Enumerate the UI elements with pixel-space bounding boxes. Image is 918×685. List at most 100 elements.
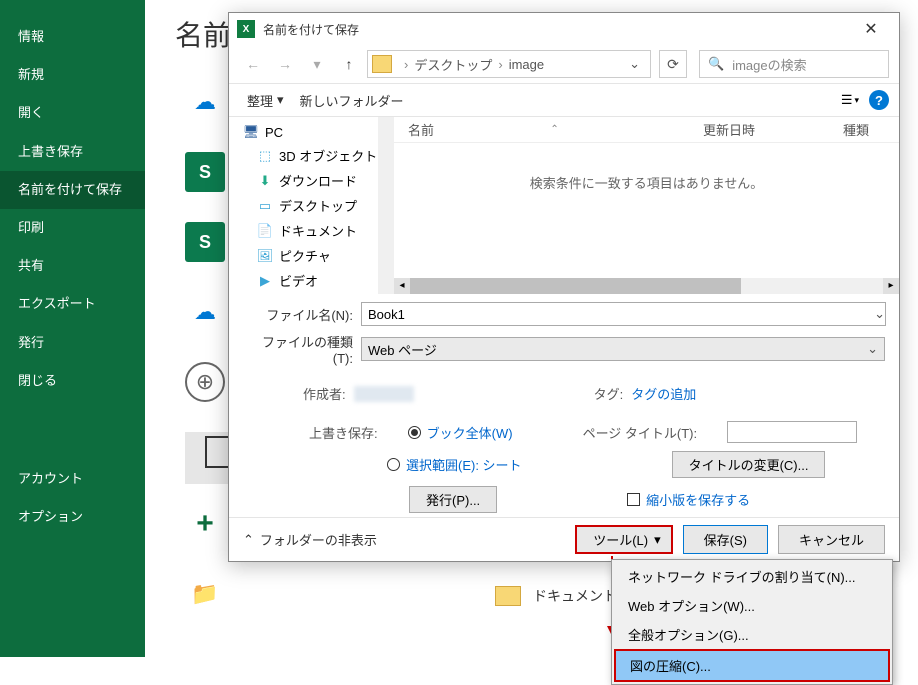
hide-folders-toggle[interactable]: ⌃フォルダーの非表示 (243, 530, 377, 549)
video-icon: ▶ (257, 273, 273, 289)
sidebar-item-close[interactable]: 閉じる (0, 362, 145, 400)
chevron-down-icon[interactable]: ⌄ (623, 56, 646, 72)
breadcrumb-part[interactable]: image (509, 57, 544, 72)
scroll-up-button[interactable]: ▴ (378, 117, 394, 133)
save-button[interactable]: 保存(S) (683, 525, 768, 554)
dialog-title: 名前を付けて保存 (263, 21, 359, 38)
saveopts-label: 上書き保存: (309, 423, 378, 442)
tree-item-documents[interactable]: 📄ドキュメント (229, 218, 394, 243)
scroll-right-button[interactable]: ▸ (883, 278, 899, 294)
sharepoint-icon[interactable]: S (185, 152, 225, 192)
nav-bar: ← → ▾ ↑ › デスクトップ › image ⌄ ⟳ 🔍 imageの検索 (229, 45, 899, 83)
tree-item-music[interactable]: ♪ミュージック (229, 293, 394, 294)
sidebar-item-export[interactable]: エクスポート (0, 285, 145, 323)
search-placeholder: imageの検索 (732, 55, 806, 74)
newfolder-button[interactable]: 新しいフォルダー (292, 87, 412, 114)
radio-selection[interactable]: 選択範囲(E): シート (387, 455, 522, 474)
sidebar-item-saveas[interactable]: 名前を付けて保存 (0, 171, 145, 209)
organize-button[interactable]: 整理▾ (239, 87, 292, 114)
tree-item-pc[interactable]: 🖥PC (229, 121, 394, 143)
filetype-label: ファイルの種類(T): (243, 332, 353, 366)
tree-item-videos[interactable]: ▶ビデオ (229, 268, 394, 293)
menu-compress-pictures[interactable]: 図の圧縮(C)... (614, 649, 890, 682)
sidebar-item-open[interactable]: 開く (0, 94, 145, 132)
folder-icon (372, 55, 392, 73)
browse-icon[interactable]: 📁 (185, 574, 225, 614)
tools-dropdown-menu: ネットワーク ドライブの割り当て(N)... Web オプション(W)... 全… (611, 559, 893, 685)
cube-icon: ⬚ (257, 148, 273, 164)
sidebar-item-share[interactable]: 共有 (0, 247, 145, 285)
column-header-row: 名前⌃ 更新日時 種類 (394, 117, 899, 143)
sidebar-item-new[interactable]: 新規 (0, 56, 145, 94)
up-button[interactable]: ↑ (335, 50, 363, 78)
desktop-icon: ▭ (257, 198, 273, 214)
scroll-down-button[interactable]: ▾ (378, 278, 394, 294)
backstage-sidebar: 情報 新規 開く 上書き保存 名前を付けて保存 印刷 共有 エクスポート 発行 … (0, 0, 145, 657)
sidebar-item-save[interactable]: 上書き保存 (0, 133, 145, 171)
author-label: 作成者: (303, 384, 346, 403)
onedrive2-icon[interactable]: ☁ (185, 292, 225, 332)
sidebar-item-publish[interactable]: 発行 (0, 324, 145, 362)
tree-item-3d[interactable]: ⬚3D オブジェクト (229, 143, 394, 168)
breadcrumb-part[interactable]: デスクトップ (414, 55, 492, 74)
cancel-button[interactable]: キャンセル (778, 525, 885, 554)
column-date[interactable]: 更新日時 (689, 120, 829, 139)
menu-map-network-drive[interactable]: ネットワーク ドライブの割り当て(N)... (614, 562, 890, 591)
menu-web-options[interactable]: Web オプション(W)... (614, 591, 890, 620)
horizontal-scrollbar[interactable]: ◂ ▸ (394, 278, 899, 294)
empty-message: 検索条件に一致する項目はありません。 (394, 143, 899, 222)
pc-icon: 🖥 (243, 124, 259, 140)
chevron-down-icon: ▾ (277, 92, 284, 108)
search-input[interactable]: 🔍 imageの検索 (699, 50, 889, 78)
add-tag-link[interactable]: タグの追加 (631, 384, 696, 403)
filetype-combo[interactable]: Web ページ⌄ (361, 337, 885, 361)
folder-icon (495, 586, 521, 606)
location-label: ドキュメント (533, 586, 617, 606)
tools-button[interactable]: ツール(L)▾ (575, 525, 672, 554)
chevron-up-icon: ⌃ (243, 532, 254, 548)
sidebar-item-print[interactable]: 印刷 (0, 209, 145, 247)
tree-item-pictures[interactable]: 🖼ピクチャ (229, 243, 394, 268)
dialog-toolbar: 整理▾ 新しいフォルダー ☰▾ ? (229, 83, 899, 117)
forward-button[interactable]: → (271, 50, 299, 78)
menu-general-options[interactable]: 全般オプション(G)... (614, 620, 890, 649)
view-mode-button[interactable]: ☰▾ (841, 92, 859, 108)
chevron-down-icon[interactable]: ⌄ (874, 306, 885, 322)
filename-label: ファイル名(N): (243, 305, 353, 324)
column-name[interactable]: 名前⌃ (394, 120, 689, 139)
close-button[interactable]: ✕ (851, 19, 891, 39)
dialog-titlebar: X 名前を付けて保存 ✕ (229, 13, 899, 45)
help-button[interactable]: ? (869, 90, 889, 110)
radio-whole-workbook[interactable]: ブック全体(W) (408, 423, 513, 442)
sites-icon[interactable]: ⊕ (185, 362, 225, 402)
column-type[interactable]: 種類 (829, 120, 899, 139)
change-title-button[interactable]: タイトルの変更(C)... (672, 451, 826, 478)
add-place-icon[interactable]: + (185, 504, 225, 544)
chevron-right-icon[interactable]: › (494, 57, 506, 72)
file-list: 名前⌃ 更新日時 種類 検索条件に一致する項目はありません。 ◂ ▸ (394, 117, 899, 294)
chevron-right-icon[interactable]: › (400, 57, 412, 72)
breadcrumb[interactable]: › デスクトップ › image ⌄ (367, 50, 651, 78)
pagetitle-input[interactable] (727, 421, 857, 443)
sidebar-item-account[interactable]: アカウント (0, 460, 145, 498)
chevron-down-icon: ▾ (654, 532, 661, 548)
sort-indicator-icon: ⌃ (550, 124, 558, 135)
recent-locations-button[interactable]: ▾ (303, 50, 331, 78)
tree-item-desktop[interactable]: ▭デスクトップ (229, 193, 394, 218)
thumbnail-checkbox[interactable]: 縮小版を保存する (627, 490, 750, 509)
sidebar-item-info[interactable]: 情報 (0, 18, 145, 56)
onedrive-icon[interactable]: ☁ (185, 82, 225, 122)
download-icon: ⬇ (257, 173, 273, 189)
publish-button[interactable]: 発行(P)... (409, 486, 497, 513)
scrollbar-thumb[interactable] (410, 278, 741, 294)
author-value[interactable] (354, 386, 414, 402)
back-button[interactable]: ← (239, 50, 267, 78)
folder-tree: ▴ 🖥PC ⬚3D オブジェクト ⬇ダウンロード ▭デスクトップ 📄ドキュメント… (229, 117, 394, 294)
refresh-button[interactable]: ⟳ (659, 50, 687, 78)
scroll-left-button[interactable]: ◂ (394, 278, 410, 294)
filename-input[interactable] (361, 302, 886, 326)
sidebar-item-options[interactable]: オプション (0, 498, 145, 536)
tree-item-downloads[interactable]: ⬇ダウンロード (229, 168, 394, 193)
location-row[interactable]: ドキュメント (495, 586, 617, 606)
sharepoint2-icon[interactable]: S (185, 222, 225, 262)
